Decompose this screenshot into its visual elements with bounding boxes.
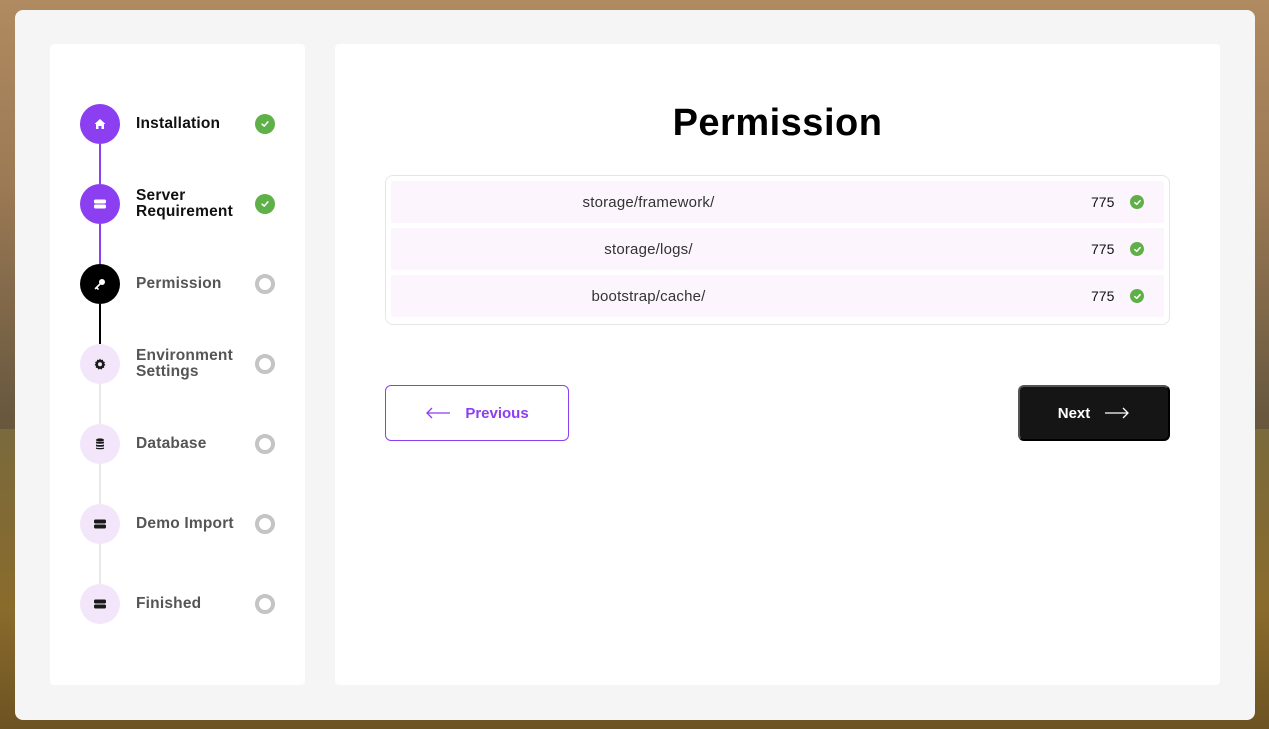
step-connector [99, 464, 101, 504]
step-label: Finished [136, 595, 202, 612]
main-panel: Permission storage/framework/ 775 storag… [335, 44, 1220, 685]
check-icon [255, 114, 275, 134]
check-icon [1130, 289, 1144, 303]
database-icon [80, 424, 120, 464]
next-label: Next [1057, 404, 1091, 422]
server-icon [80, 584, 120, 624]
step-connector [99, 144, 101, 184]
permissions-table: storage/framework/ 775 storage/logs/ 775… [385, 175, 1170, 325]
step-label: Permission [136, 275, 222, 292]
step-server-requirement[interactable]: Server Requirement [80, 184, 280, 224]
next-button[interactable]: Next [1018, 385, 1170, 441]
page-title: Permission [672, 102, 883, 144]
table-row: storage/framework/ 775 [391, 181, 1164, 223]
permission-value: 775 [1091, 288, 1115, 304]
previous-button[interactable]: Previous [385, 385, 569, 441]
step-connector [99, 384, 101, 424]
installer-window: Installation Server Requirement Permissi… [15, 10, 1255, 720]
step-label: Environment Settings [136, 347, 233, 380]
previous-label: Previous [465, 404, 529, 422]
step-connector [99, 224, 101, 264]
step-connector [99, 304, 101, 344]
step-permission[interactable]: Permission [80, 264, 280, 304]
check-icon [255, 194, 275, 214]
permission-path: storage/framework/ [582, 193, 715, 211]
check-icon [1130, 195, 1144, 209]
pending-status-icon [255, 594, 275, 614]
step-database[interactable]: Database [80, 424, 280, 464]
pending-status-icon [255, 514, 275, 534]
step-installation[interactable]: Installation [80, 104, 280, 144]
steps-sidebar: Installation Server Requirement Permissi… [50, 44, 305, 685]
step-demo-import[interactable]: Demo Import [80, 504, 280, 544]
pending-status-icon [255, 434, 275, 454]
pending-status-icon [255, 274, 275, 294]
arrow-left-icon [426, 407, 451, 419]
table-row: storage/logs/ 775 [391, 228, 1164, 270]
permission-value: 775 [1091, 241, 1115, 257]
gear-icon [80, 344, 120, 384]
pending-status-icon [255, 354, 275, 374]
arrow-right-icon [1105, 407, 1130, 419]
step-label: Demo Import [136, 515, 234, 532]
permission-value: 775 [1091, 194, 1115, 210]
permission-path: storage/logs/ [604, 240, 693, 258]
table-row: bootstrap/cache/ 775 [391, 275, 1164, 317]
server-icon [80, 184, 120, 224]
home-icon [80, 104, 120, 144]
step-connector [99, 544, 101, 584]
step-label: Installation [136, 115, 221, 132]
step-label: Server Requirement [136, 187, 233, 220]
step-environment-settings[interactable]: Environment Settings [80, 344, 280, 384]
check-icon [1130, 242, 1144, 256]
server-icon [80, 504, 120, 544]
step-label: Database [136, 435, 207, 452]
permission-path: bootstrap/cache/ [591, 287, 706, 305]
step-finished[interactable]: Finished [80, 584, 280, 624]
key-icon [80, 264, 120, 304]
